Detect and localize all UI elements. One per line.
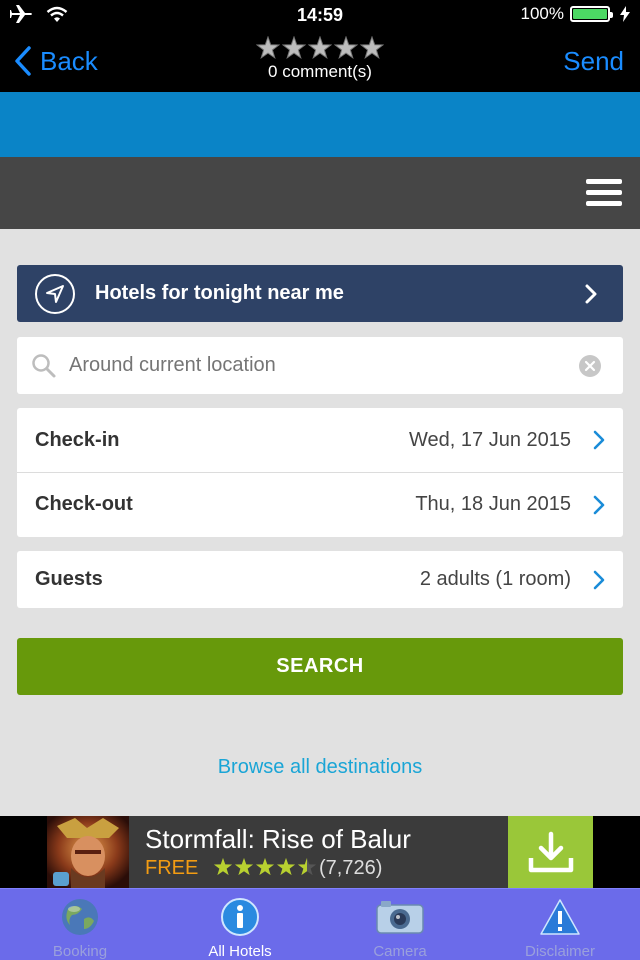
search-icon: [32, 353, 56, 377]
rating-star-5[interactable]: [360, 36, 384, 60]
checkout-label: Check-out: [35, 493, 133, 515]
ad-rating-stars: [213, 857, 317, 877]
rating-star-3[interactable]: [308, 36, 332, 60]
hotels-tonight-label: Hotels for tonight near me: [95, 282, 344, 304]
search-button[interactable]: SEARCH: [17, 638, 623, 695]
guests-row[interactable]: Guests 2 adults (1 room): [17, 551, 623, 608]
checkout-row[interactable]: Check-out Thu, 18 Jun 2015: [17, 472, 623, 536]
rating-star-4[interactable]: [334, 36, 358, 60]
chevron-left-icon: [15, 46, 31, 76]
hotels-tonight-button[interactable]: Hotels for tonight near me: [17, 265, 623, 322]
back-button[interactable]: Back: [14, 44, 98, 78]
chevron-right-icon: [593, 570, 605, 589]
tab-booking[interactable]: Booking: [0, 889, 160, 960]
clear-icon[interactable]: [579, 354, 601, 377]
date-selector: Check-in Wed, 17 Jun 2015 Check-out Thu,…: [17, 408, 623, 537]
globe-icon: [62, 899, 98, 935]
ad-star-4: [276, 857, 296, 876]
status-bar: 14:59 100%: [0, 0, 640, 30]
location-search: [17, 337, 623, 394]
header-banner: [0, 92, 640, 157]
location-search-input[interactable]: [69, 354, 579, 377]
chevron-right-icon: [593, 495, 605, 514]
ad-review-count: (7,726): [319, 857, 383, 879]
rating-star-1[interactable]: [256, 36, 280, 60]
tab-camera-label: Camera: [373, 943, 427, 960]
game-thumbnail-icon: [47, 816, 129, 888]
checkin-label: Check-in: [35, 428, 120, 451]
tab-all-hotels-label: All Hotels: [208, 943, 272, 960]
tab-disclaimer-label: Disclaimer: [524, 943, 595, 960]
checkout-value: Thu, 18 Jun 2015: [415, 493, 571, 515]
ad-star-2: [234, 857, 254, 876]
location-arrow-icon: [35, 273, 75, 314]
guests-label: Guests: [35, 568, 103, 590]
back-label: Back: [40, 45, 98, 76]
tab-all-hotels[interactable]: All Hotels: [160, 889, 320, 960]
rating-summary[interactable]: 0 comment(s): [200, 36, 440, 82]
guests-selector: Guests 2 adults (1 room): [17, 551, 623, 608]
chevron-right-icon: [593, 430, 605, 450]
tab-booking-label: Booking: [52, 943, 108, 960]
tab-camera[interactable]: Camera: [320, 889, 480, 960]
checkin-value: Wed, 17 Jun 2015: [409, 428, 571, 451]
ad-star-5: [297, 857, 317, 876]
battery-icon: [570, 6, 613, 22]
download-icon: [528, 831, 573, 873]
camera-icon: [376, 901, 424, 934]
ad-content[interactable]: Stormfall: Rise of Balur FREE (7,726): [47, 816, 593, 888]
charging-icon: [620, 6, 630, 22]
battery-percent: 100%: [520, 4, 564, 23]
tab-bar: Booking All Hotels Camera Disclaimer: [0, 888, 640, 960]
ad-star-3: [255, 857, 275, 876]
rating-star-2[interactable]: [282, 36, 306, 60]
tab-disclaimer[interactable]: Disclaimer: [480, 889, 640, 960]
guests-value: 2 adults (1 room): [419, 568, 571, 590]
ad-banner[interactable]: Stormfall: Rise of Balur FREE (7,726): [0, 816, 640, 888]
hamburger-menu-icon[interactable]: [586, 179, 622, 207]
ad-title: Stormfall: Rise of Balur: [145, 824, 411, 854]
checkin-row[interactable]: Check-in Wed, 17 Jun 2015: [17, 408, 623, 472]
browse-destinations-link[interactable]: Browse all destinations: [0, 756, 640, 779]
chevron-right-icon: [585, 284, 597, 303]
ad-price: FREE: [145, 857, 199, 879]
nav-bar: Back 0 comment(s) Send: [0, 30, 640, 92]
warning-icon: [540, 899, 580, 935]
rating-stars[interactable]: [200, 36, 440, 60]
info-icon: [221, 898, 259, 936]
ad-star-1: [213, 857, 233, 876]
download-button[interactable]: [508, 816, 593, 888]
send-button[interactable]: Send: [563, 44, 624, 78]
comments-count: 0 comment(s): [268, 62, 372, 81]
menu-bar: [0, 157, 640, 229]
